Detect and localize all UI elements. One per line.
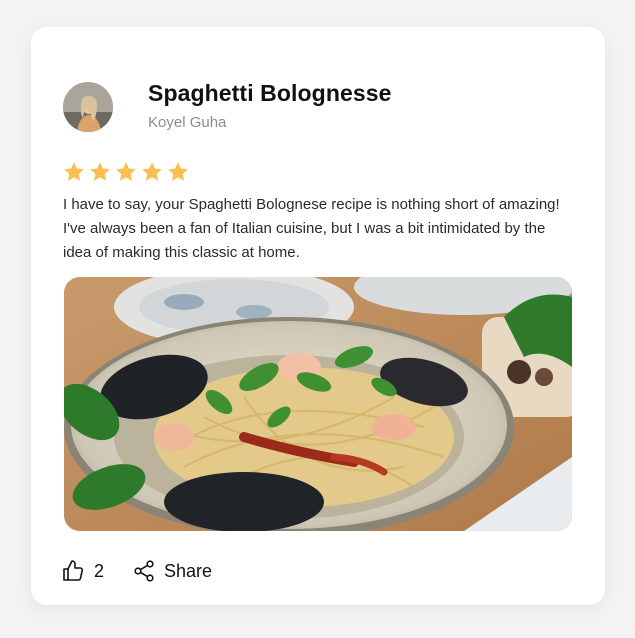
avatar[interactable] bbox=[63, 82, 113, 132]
avatar-image bbox=[63, 82, 113, 132]
like-count: 2 bbox=[94, 560, 105, 581]
star-icon bbox=[140, 160, 164, 184]
thumbs-up-icon bbox=[61, 559, 85, 583]
star-icon bbox=[62, 160, 86, 184]
star-icon bbox=[166, 160, 190, 184]
spaghetti-photo bbox=[64, 277, 572, 531]
review-text: I have to say, your Spaghetti Bolognese … bbox=[63, 196, 560, 261]
like-button[interactable]: 2 bbox=[61, 559, 104, 583]
star-icon bbox=[88, 160, 112, 184]
recipe-title: Spaghetti Bolognesse bbox=[148, 80, 392, 106]
share-label: Share bbox=[164, 560, 213, 581]
share-button[interactable]: Share bbox=[132, 559, 212, 583]
review-card: Spaghetti Bolognesse Koyel Guha I have t… bbox=[31, 27, 605, 605]
recipe-photo bbox=[64, 277, 572, 531]
star-icon bbox=[114, 160, 138, 184]
post-actions: 2 Share bbox=[61, 556, 212, 586]
star-rating bbox=[62, 160, 192, 184]
author-name[interactable]: Koyel Guha bbox=[148, 114, 226, 131]
share-icon bbox=[132, 559, 156, 583]
